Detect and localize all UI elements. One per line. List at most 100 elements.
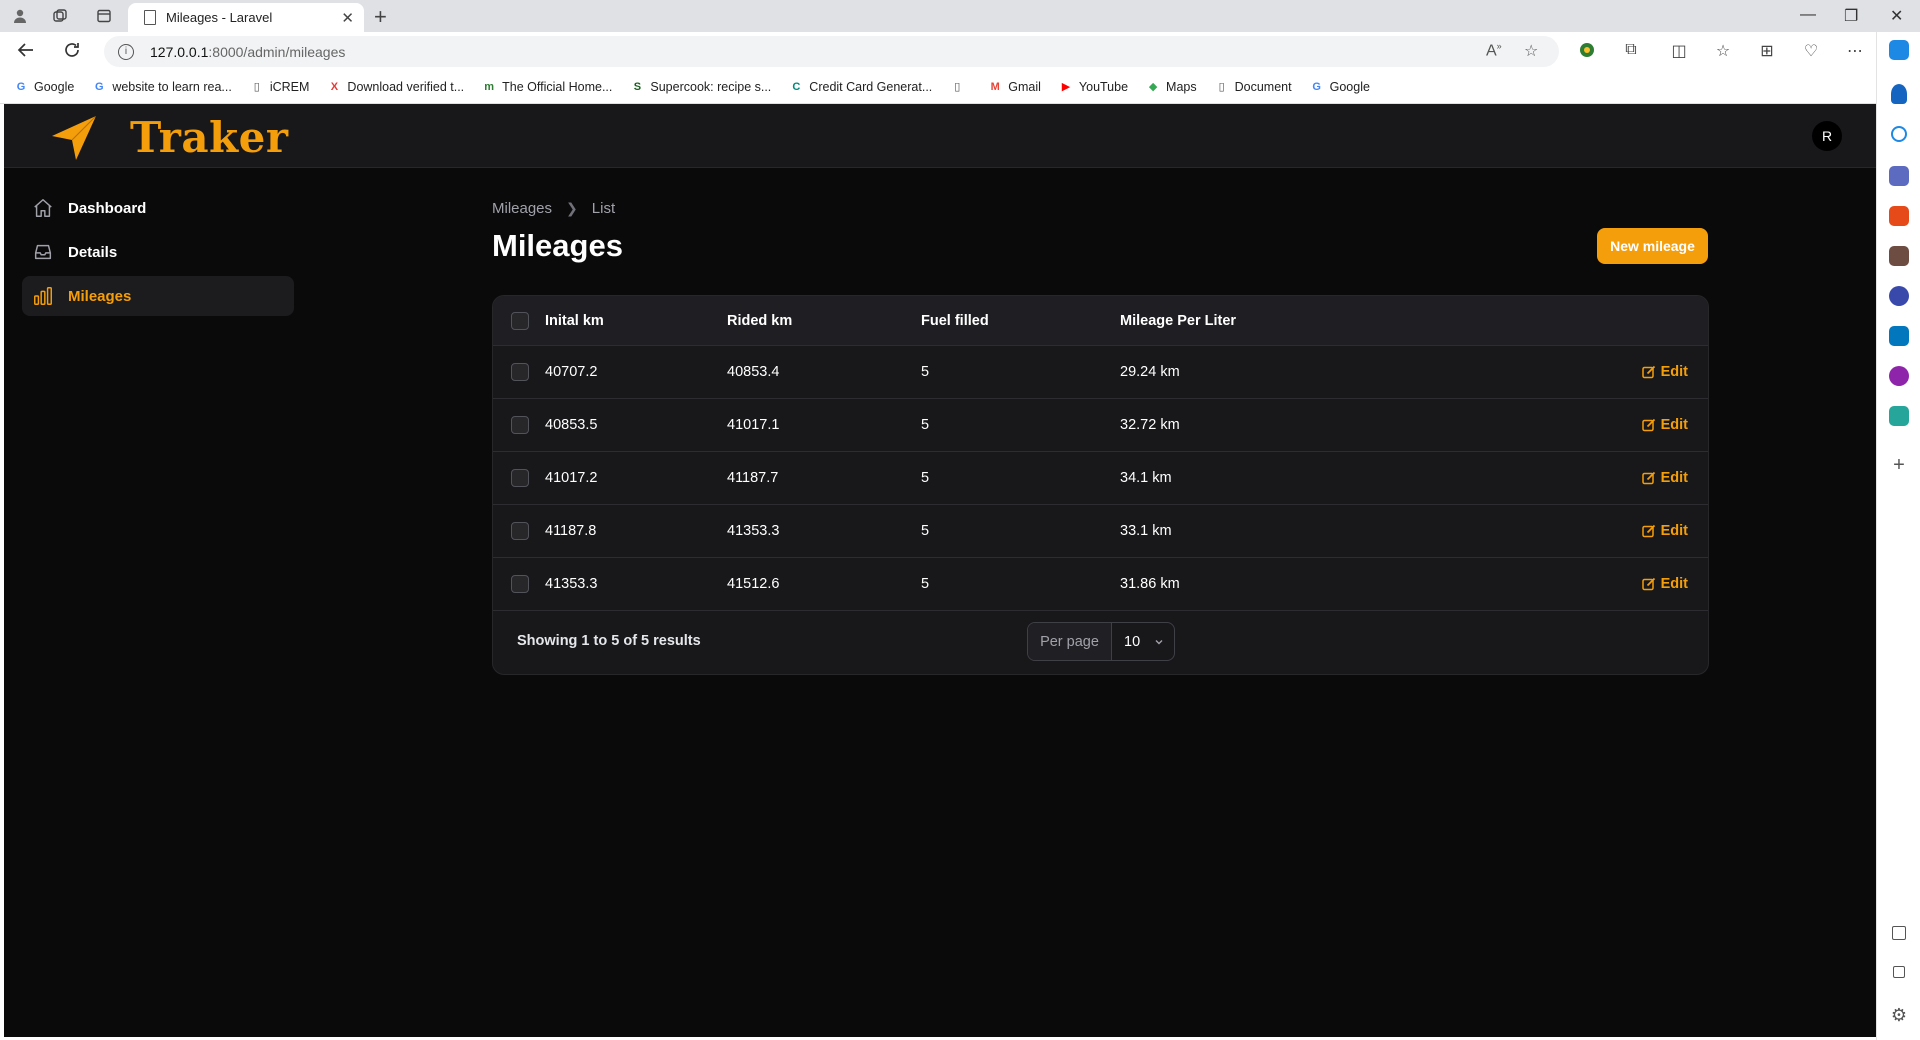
paper-plane-icon[interactable] xyxy=(48,114,100,162)
rided-km-cell: 41353.3 xyxy=(727,523,780,539)
user-avatar[interactable]: R xyxy=(1812,121,1842,151)
url-input[interactable]: i 127.0.0.1:8000/admin/mileages xyxy=(104,36,1559,67)
bookmark-item[interactable]: ▶ YouTube xyxy=(1059,80,1128,94)
sidebar-item-dashboard[interactable]: Dashboard xyxy=(22,188,294,228)
collections-icon[interactable]: ⊞ xyxy=(1758,41,1776,60)
tools-icon[interactable] xyxy=(1889,206,1909,226)
outlook-icon[interactable] xyxy=(1889,326,1909,346)
table-row[interactable]: 40707.2 40853.4 5 29.24 km Edit xyxy=(493,346,1708,399)
drop-icon[interactable] xyxy=(1889,406,1909,426)
new-tab-button[interactable]: + xyxy=(374,4,387,30)
tab-active[interactable]: Mileages - Laravel ✕ xyxy=(128,3,364,32)
hide-sidebar-icon[interactable] xyxy=(1892,926,1906,940)
fuel-filled-cell: 5 xyxy=(921,470,930,486)
bookmark-favicon-icon: S xyxy=(633,80,642,93)
bookmark-item[interactable]: ◆ Maps xyxy=(1146,80,1197,94)
bookmark-item[interactable]: ▯ iCREM xyxy=(250,80,310,94)
table-row[interactable]: 40853.5 41017.1 5 32.72 km Edit xyxy=(493,399,1708,452)
bookmark-item[interactable]: C Credit Card Generat... xyxy=(789,80,932,94)
table-row[interactable]: 41187.8 41353.3 5 33.1 km Edit xyxy=(493,505,1708,558)
initial-km-cell: 40707.2 xyxy=(545,364,598,380)
edit-button[interactable]: Edit xyxy=(1641,558,1688,610)
refresh-icon[interactable] xyxy=(62,40,82,66)
breadcrumb-mileages[interactable]: Mileages xyxy=(492,200,552,217)
workspaces-icon[interactable] xyxy=(50,6,70,26)
row-checkbox[interactable] xyxy=(511,469,529,487)
edit-button[interactable]: Edit xyxy=(1641,399,1688,451)
per-page-value-dropdown[interactable]: 10 xyxy=(1112,623,1174,660)
edit-button[interactable]: Edit xyxy=(1641,452,1688,504)
bookmark-item[interactable]: S Supercook: recipe s... xyxy=(630,80,772,94)
sidebar-item-mileages[interactable]: Mileages xyxy=(22,276,294,316)
bookmark-item[interactable]: ▯ Document xyxy=(1215,80,1292,94)
minimize-icon[interactable]: — xyxy=(1800,6,1816,24)
search-icon[interactable] xyxy=(1891,126,1907,142)
microsoft365-icon[interactable] xyxy=(1889,286,1909,306)
bookmark-item[interactable]: M Gmail xyxy=(988,80,1041,94)
brand-name[interactable]: Traker xyxy=(130,113,289,162)
site-info-icon[interactable]: i xyxy=(118,43,134,60)
back-icon[interactable] xyxy=(16,40,36,66)
copilot-icon[interactable] xyxy=(1889,40,1909,60)
close-window-icon[interactable]: ✕ xyxy=(1890,6,1903,26)
row-checkbox[interactable] xyxy=(511,416,529,434)
select-all-checkbox[interactable] xyxy=(511,311,529,330)
new-mileage-button[interactable]: New mileage xyxy=(1597,228,1708,264)
bookmark-favicon-icon: X xyxy=(330,80,339,93)
edit-button[interactable]: Edit xyxy=(1641,505,1688,557)
bookmark-label: The Official Home... xyxy=(502,79,613,94)
row-select-cell xyxy=(511,399,529,451)
bookmark-item[interactable]: Gwebsite to learn rea... xyxy=(92,80,232,94)
open-external-icon[interactable] xyxy=(1893,966,1905,978)
column-header-mileage-per-liter[interactable]: Mileage Per Liter xyxy=(1120,296,1236,345)
notifications-icon[interactable] xyxy=(1891,84,1907,104)
browser-essentials-icon[interactable]: ♡ xyxy=(1802,41,1820,60)
designer-icon[interactable] xyxy=(1889,366,1909,386)
column-header-initial-km[interactable]: Inital km xyxy=(545,296,604,345)
extension-icon[interactable] xyxy=(1578,41,1596,59)
address-bar-row: i 127.0.0.1:8000/admin/mileages A» ☆ ⧉ ◫… xyxy=(0,32,1920,70)
close-tab-icon[interactable]: ✕ xyxy=(341,9,354,27)
per-page-value: 10 xyxy=(1124,633,1141,650)
sidebar-item-details[interactable]: Details xyxy=(22,232,294,272)
tab-actions-icon[interactable] xyxy=(94,6,114,26)
shopping-icon[interactable] xyxy=(1889,166,1909,186)
games-icon[interactable] xyxy=(1889,246,1909,266)
profile-icon[interactable] xyxy=(10,6,30,26)
bookmark-favicon-icon: G xyxy=(1312,80,1321,93)
add-sidebar-app-icon[interactable]: + xyxy=(1889,455,1909,476)
bookmark-item[interactable]: X Download verified t... xyxy=(327,80,464,94)
row-checkbox[interactable] xyxy=(511,363,529,381)
bookmark-item[interactable]: G Google xyxy=(1310,80,1370,94)
edit-icon xyxy=(1641,471,1655,485)
bookmark-item[interactable]: ▯ xyxy=(950,80,970,94)
read-aloud-icon[interactable]: A» xyxy=(1486,41,1502,60)
column-header-rided-km[interactable]: Rided km xyxy=(727,296,792,345)
row-checkbox[interactable] xyxy=(511,575,529,593)
bookmark-favicon-icon: ◆ xyxy=(1148,81,1158,93)
edit-button[interactable]: Edit xyxy=(1641,346,1688,398)
table-row[interactable]: 41017.2 41187.7 5 34.1 km Edit xyxy=(493,452,1708,505)
column-header-fuel-filled[interactable]: Fuel filled xyxy=(921,296,989,345)
favorites-icon[interactable]: ☆ xyxy=(1714,41,1732,60)
bookmark-item[interactable]: m The Official Home... xyxy=(482,80,612,94)
extensions-puzzle-icon[interactable]: ⧉ xyxy=(1622,41,1640,59)
app-sidebar: Dashboard Details Mileages xyxy=(22,188,294,320)
url-path: :8000/admin/mileages xyxy=(208,43,346,60)
bookmark-favicon-icon: C xyxy=(792,80,801,93)
edit-label: Edit xyxy=(1660,417,1688,433)
bookmark-item[interactable]: G Google xyxy=(14,80,75,94)
settings-gear-icon[interactable]: ⚙ xyxy=(1889,1006,1909,1026)
more-menu-icon[interactable]: ⋯ xyxy=(1846,41,1864,60)
row-checkbox[interactable] xyxy=(511,522,529,540)
per-page-label: Per page xyxy=(1028,623,1112,660)
chevron-right-icon: ❯ xyxy=(566,200,578,216)
per-page-select[interactable]: Per page 10 xyxy=(1027,622,1175,661)
fuel-filled-cell: 5 xyxy=(921,576,930,592)
edit-label: Edit xyxy=(1660,523,1688,539)
favorite-star-icon[interactable]: ☆ xyxy=(1524,41,1538,61)
restore-icon[interactable]: ❐ xyxy=(1844,6,1858,26)
page-icon xyxy=(144,10,156,25)
split-screen-icon[interactable]: ◫ xyxy=(1670,41,1688,60)
table-row[interactable]: 41353.3 41512.6 5 31.86 km Edit xyxy=(493,558,1708,611)
